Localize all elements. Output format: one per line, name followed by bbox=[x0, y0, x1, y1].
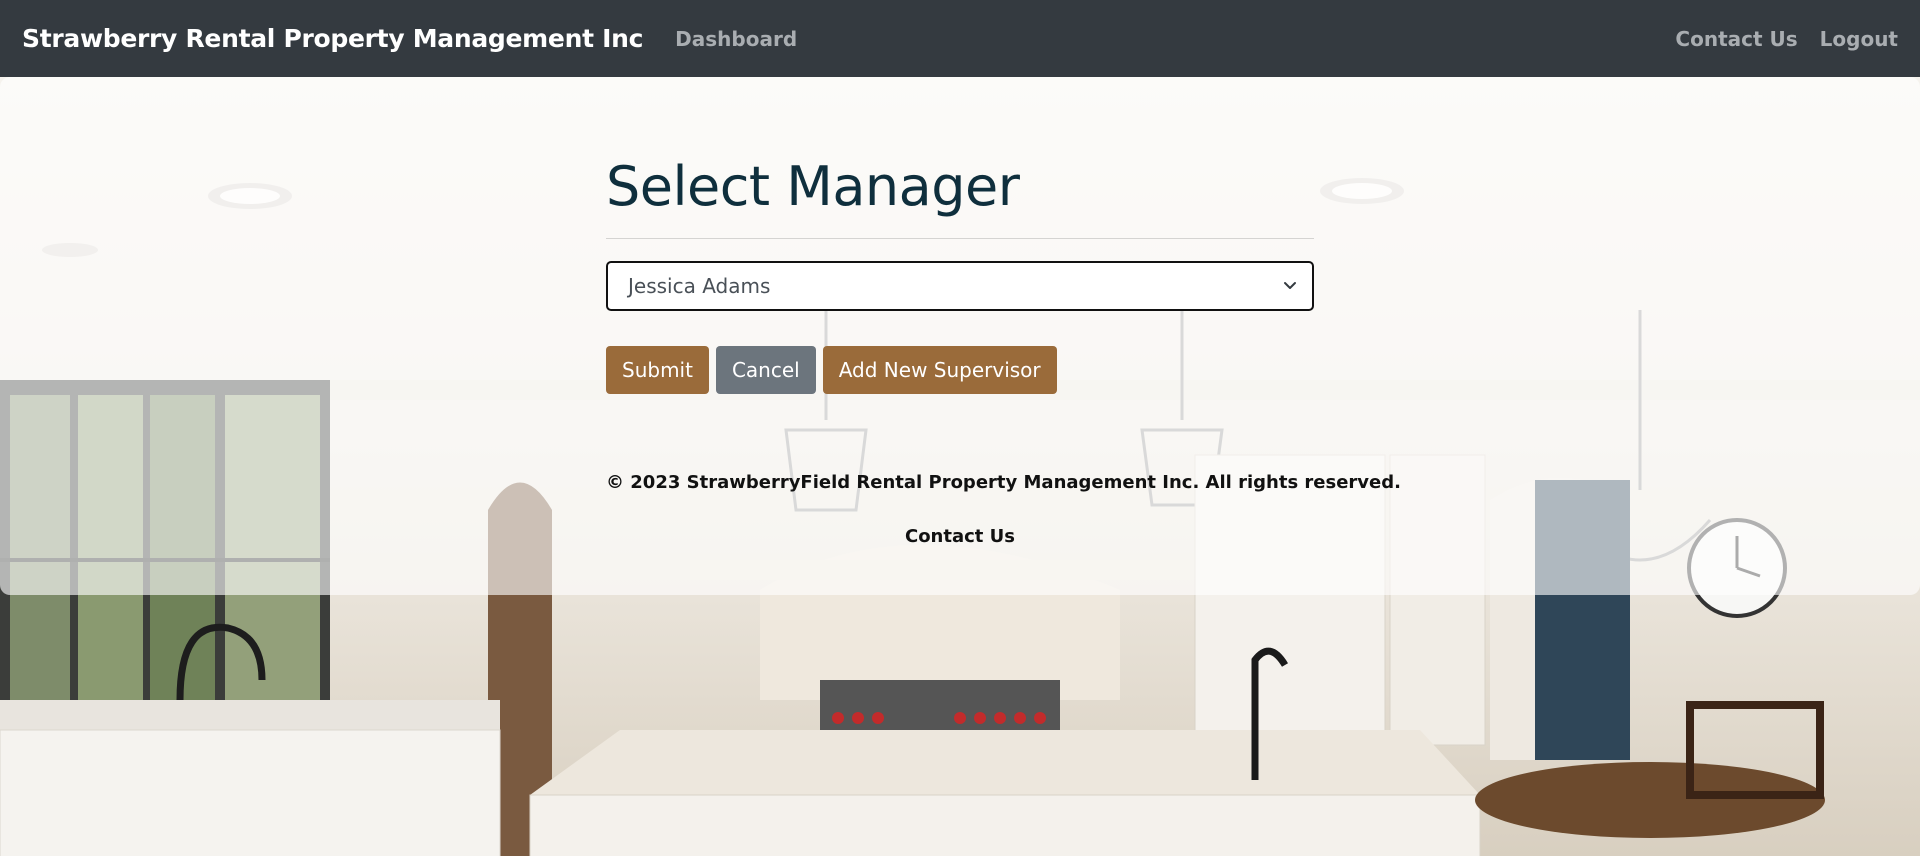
footer-copyright: © 2023 StrawberryField Rental Property M… bbox=[606, 472, 1401, 493]
title-divider bbox=[606, 238, 1314, 239]
page-title: Select Manager bbox=[606, 155, 1020, 218]
top-navbar: Strawberry Rental Property Management In… bbox=[0, 0, 1920, 77]
brand-link[interactable]: Strawberry Rental Property Management In… bbox=[22, 24, 643, 53]
cancel-button[interactable]: Cancel bbox=[715, 346, 816, 394]
nav-contact-link[interactable]: Contact Us bbox=[1675, 27, 1797, 51]
nav-right-group: Contact Us Logout bbox=[1653, 27, 1898, 51]
footer-contact-link[interactable]: Contact Us bbox=[606, 526, 1314, 547]
nav-dashboard-link[interactable]: Dashboard bbox=[675, 27, 797, 51]
nav-logout-link[interactable]: Logout bbox=[1820, 27, 1898, 51]
manager-select-value: Jessica Adams bbox=[628, 274, 771, 298]
action-buttons: Submit Cancel Add New Supervisor bbox=[606, 346, 1057, 394]
submit-button[interactable]: Submit bbox=[606, 346, 709, 394]
add-new-supervisor-button[interactable]: Add New Supervisor bbox=[822, 346, 1057, 394]
manager-select[interactable]: Jessica Adams bbox=[606, 261, 1314, 311]
chevron-down-icon bbox=[1284, 282, 1296, 289]
